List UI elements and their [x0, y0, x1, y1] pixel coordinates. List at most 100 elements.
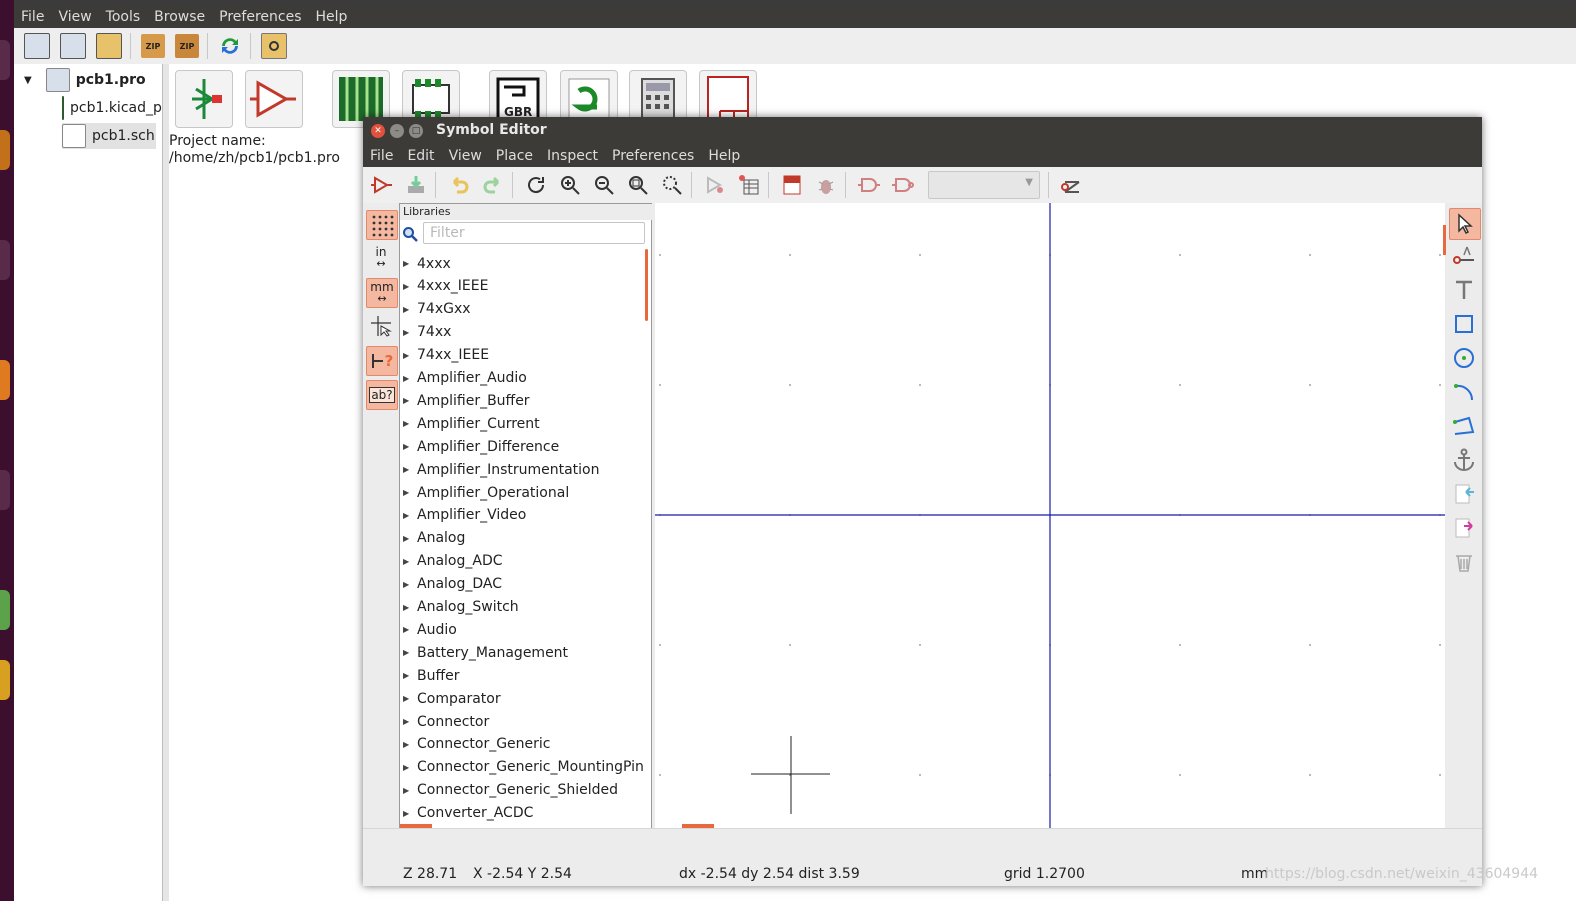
library-item[interactable]: ▶ Amplifier_Instrumentation — [400, 458, 600, 481]
expand-arrow-icon[interactable]: ▶ — [403, 488, 409, 497]
expand-arrow-icon[interactable]: ▶ — [403, 534, 409, 543]
synchronized-pins-icon[interactable] — [1061, 174, 1083, 196]
new-project-template-icon[interactable] — [60, 33, 86, 59]
menu-view[interactable]: View — [51, 9, 98, 25]
show-demorgan-body-icon[interactable] — [892, 174, 914, 196]
close-icon[interactable]: ✕ — [371, 124, 385, 138]
library-item[interactable]: ▶ Battery_Management — [400, 641, 568, 664]
library-item[interactable]: ▶ Buffer — [400, 664, 460, 687]
menu-preferences[interactable]: Preferences — [605, 148, 701, 164]
add-pin-icon[interactable] — [1449, 241, 1479, 271]
zoom-selection-icon[interactable] — [661, 174, 683, 196]
expand-arrow-icon[interactable]: ▶ — [403, 786, 409, 795]
import-symbol-icon[interactable] — [1449, 479, 1479, 509]
library-item[interactable]: ▶ Connector_Generic — [400, 733, 551, 756]
show-grid-icon[interactable] — [366, 210, 398, 240]
library-item[interactable]: ▶ Analog_DAC — [400, 573, 502, 596]
library-item[interactable]: ▶ Analog_Switch — [400, 596, 519, 619]
export-symbol-icon[interactable] — [1449, 513, 1479, 543]
library-item[interactable]: ▶ 74xx_IEEE — [400, 344, 489, 367]
library-item[interactable]: ▶ Connector_Generic_MountingPin — [400, 756, 644, 779]
expand-arrow-icon[interactable]: ▶ — [403, 648, 409, 657]
expand-arrow-icon[interactable]: ▶ — [403, 580, 409, 589]
menu-inspect[interactable]: Inspect — [540, 148, 605, 164]
drawing-canvas[interactable] — [655, 203, 1445, 828]
expand-arrow-icon[interactable]: ▶ — [403, 625, 409, 634]
expand-arrow-icon[interactable]: ▶ — [403, 694, 409, 703]
menu-edit[interactable]: Edit — [400, 148, 441, 164]
expand-arrow-icon[interactable]: ▶ — [403, 305, 409, 314]
show-hidden-text-button[interactable]: ab? — [366, 380, 398, 410]
new-symbol-icon[interactable] — [371, 174, 393, 196]
library-item[interactable]: ▶ 74xGxx — [400, 298, 471, 321]
launcher-app-icon[interactable] — [0, 360, 10, 400]
library-filter-input[interactable] — [423, 222, 645, 244]
collapse-arrow-icon[interactable]: ▼ — [24, 75, 32, 86]
add-polyline-icon[interactable] — [1449, 411, 1479, 441]
redraw-icon[interactable] — [525, 174, 547, 196]
expand-arrow-icon[interactable]: ▶ — [403, 442, 409, 451]
library-item[interactable]: ▶ Amplifier_Video — [400, 504, 526, 527]
menu-view[interactable]: View — [442, 148, 489, 164]
zoom-out-icon[interactable] — [593, 174, 615, 196]
library-item[interactable]: ▶ Amplifier_Difference — [400, 435, 559, 458]
menu-preferences[interactable]: Preferences — [212, 9, 308, 25]
open-folder-settings-icon[interactable] — [261, 33, 287, 59]
show-normal-body-icon[interactable] — [858, 174, 880, 196]
add-rectangle-icon[interactable] — [1449, 309, 1479, 339]
expand-arrow-icon[interactable]: ▶ — [403, 740, 409, 749]
export-pdf-icon[interactable] — [781, 174, 803, 196]
full-crosshair-icon[interactable] — [366, 312, 396, 340]
new-project-icon[interactable] — [24, 33, 50, 59]
tree-item-project[interactable]: ▼ pcb1.pro — [24, 67, 146, 93]
expand-arrow-icon[interactable]: ▶ — [403, 717, 409, 726]
launcher-app-icon[interactable] — [0, 130, 10, 170]
library-item[interactable]: ▶ Amplifier_Operational — [400, 481, 569, 504]
tree-item-schematic[interactable]: pcb1.sch — [62, 123, 156, 149]
select-arrow-icon[interactable] — [1449, 208, 1481, 240]
launcher-app-icon[interactable] — [0, 240, 10, 280]
add-arc-icon[interactable] — [1449, 377, 1479, 407]
menu-place[interactable]: Place — [489, 148, 540, 164]
pin-table-icon[interactable] — [738, 174, 760, 196]
expand-arrow-icon[interactable]: ▶ — [403, 671, 409, 680]
launcher-app-icon[interactable] — [0, 470, 10, 510]
library-item[interactable]: ▶ 74xx — [400, 321, 451, 344]
menu-help[interactable]: Help — [309, 9, 355, 25]
unarchive-zip-icon[interactable]: ZIP — [175, 34, 199, 58]
expand-arrow-icon[interactable]: ▶ — [403, 374, 409, 383]
symbol-unit-select[interactable]: ▼ — [928, 171, 1040, 199]
menu-help[interactable]: Help — [701, 148, 747, 164]
add-text-icon[interactable] — [1449, 275, 1479, 305]
menu-file[interactable]: File — [14, 9, 51, 25]
expand-arrow-icon[interactable]: ▶ — [403, 351, 409, 360]
library-item[interactable]: ▶ Amplifier_Current — [400, 412, 540, 435]
launcher-app-icon[interactable] — [0, 590, 10, 630]
zoom-fit-icon[interactable] — [627, 174, 649, 196]
expand-arrow-icon[interactable]: ▶ — [403, 557, 409, 566]
expand-arrow-icon[interactable]: ▶ — [403, 809, 409, 818]
expand-arrow-icon[interactable]: ▶ — [403, 511, 409, 520]
library-item[interactable]: ▶ Amplifier_Audio — [400, 367, 527, 390]
expand-arrow-icon[interactable]: ▶ — [403, 328, 409, 337]
library-item[interactable]: ▶ Amplifier_Buffer — [400, 389, 530, 412]
undo-icon[interactable] — [448, 174, 470, 196]
library-item[interactable]: ▶ Connector_Generic_Shielded — [400, 779, 618, 802]
units-inches-button[interactable]: in ↔ — [366, 244, 396, 272]
show-pin-electrical-type-icon[interactable]: ? — [366, 346, 398, 376]
units-millimeters-button[interactable]: mm ↔ — [366, 278, 398, 308]
symbol-properties-icon[interactable] — [704, 174, 726, 196]
library-item[interactable]: ▶ Comparator — [400, 687, 501, 710]
library-item[interactable]: ▶ 4xxx_IEEE — [400, 275, 488, 298]
minimize-icon[interactable]: – — [390, 124, 404, 138]
redo-icon[interactable] — [482, 174, 504, 196]
expand-arrow-icon[interactable]: ▶ — [403, 603, 409, 612]
expand-arrow-icon[interactable]: ▶ — [403, 396, 409, 405]
zoom-in-icon[interactable] — [559, 174, 581, 196]
anchor-icon[interactable] — [1449, 445, 1479, 475]
archive-zip-icon[interactable]: ZIP — [141, 34, 165, 58]
expand-arrow-icon[interactable]: ▶ — [403, 465, 409, 474]
expand-arrow-icon[interactable]: ▶ — [403, 259, 409, 268]
library-item[interactable]: ▶ 4xxx — [400, 252, 451, 275]
expand-arrow-icon[interactable]: ▶ — [403, 419, 409, 428]
